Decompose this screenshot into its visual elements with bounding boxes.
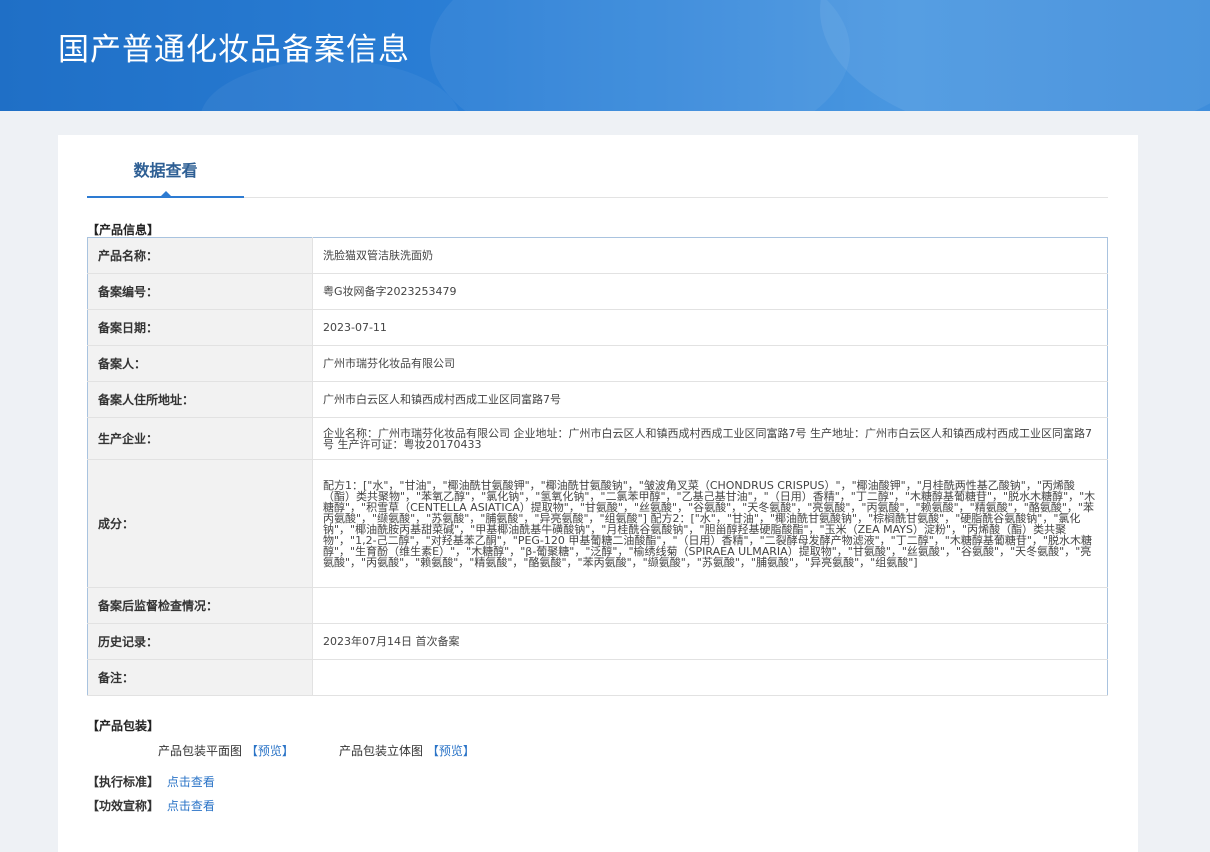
row-label: 产品名称： [87,237,313,274]
row-label: 生产企业： [87,417,313,460]
table-row: 历史记录： 2023年07月14日 首次备案 [87,623,1108,660]
table-row: 备案后监督检查情况： [87,587,1108,624]
tab-active-indicator [160,191,172,197]
efficacy-label: 【功效宣称】 [87,799,160,813]
banner-decoration [820,0,1210,111]
row-label: 历史记录： [87,623,313,660]
standard-label: 【执行标准】 [87,775,160,789]
efficacy-row: 【功效宣称】 点击查看 [87,797,215,814]
row-label: 备注： [87,659,313,696]
row-label: 备案人住所地址： [87,381,313,418]
table-row: 成分： 配方1：["水"，"甘油"，"椰油酰甘氨酸钾"，"椰油酰甘氨酸钠"，"皱… [87,459,1108,588]
manufacturer-value: 企业名称：广州市瑞芬化妆品有限公司 企业地址：广州市白云区人和镇西成村西成工业区… [312,417,1108,460]
packaging-stereo-row: 产品包装立体图 【预览】 [339,742,475,759]
product-name-value: 洗脸猫双管洁肤洗面奶 [312,237,1108,274]
table-row: 备案人住所地址： 广州市白云区人和镇西成村西成工业区同富路7号 [87,381,1108,418]
ingredients-value: 配方1：["水"，"甘油"，"椰油酰甘氨酸钾"，"椰油酰甘氨酸钠"，"皱波角叉菜… [312,459,1108,588]
row-label: 备案人： [87,345,313,382]
standard-row: 【执行标准】 点击查看 [87,773,215,790]
banner-decoration [430,0,850,111]
content-card: 数据查看 【产品信息】 产品名称： 洗脸猫双管洁肤洗面奶 备案编号： 粤G妆网备… [58,135,1138,852]
packaging-stereo-preview-link[interactable]: 【预览】 [427,744,475,758]
tab-bar: 数据查看 [87,135,1108,198]
row-label: 备案后监督检查情况： [87,587,313,624]
supervision-value [312,587,1108,624]
product-info-table: 产品名称： 洗脸猫双管洁肤洗面奶 备案编号： 粤G妆网备字2023253479 … [87,237,1108,696]
tab-data-view[interactable]: 数据查看 [87,135,244,198]
table-row: 生产企业： 企业名称：广州市瑞芬化妆品有限公司 企业地址：广州市白云区人和镇西成… [87,417,1108,460]
standard-view-link[interactable]: 点击查看 [167,775,215,789]
filer-value: 广州市瑞芬化妆品有限公司 [312,345,1108,382]
product-info-heading: 【产品信息】 [87,223,160,237]
efficacy-view-link[interactable]: 点击查看 [167,799,215,813]
packaging-heading: 【产品包装】 [87,719,160,733]
filer-address-value: 广州市白云区人和镇西成村西成工业区同富路7号 [312,381,1108,418]
packaging-flat-label: 产品包装平面图 [158,744,243,758]
packaging-flat-row: 产品包装平面图 【预览】 [158,742,294,759]
packaging-flat-preview-link[interactable]: 【预览】 [246,744,294,758]
row-label: 备案编号： [87,273,313,310]
history-value: 2023年07月14日 首次备案 [312,623,1108,660]
filing-number-value: 粤G妆网备字2023253479 [312,273,1108,310]
table-row: 备案日期： 2023-07-11 [87,309,1108,346]
table-row: 产品名称： 洗脸猫双管洁肤洗面奶 [87,237,1108,274]
table-row: 备案编号： 粤G妆网备字2023253479 [87,273,1108,310]
table-row: 备案人： 广州市瑞芬化妆品有限公司 [87,345,1108,382]
row-label: 成分： [87,459,313,588]
packaging-stereo-label: 产品包装立体图 [339,744,424,758]
filing-date-value: 2023-07-11 [312,309,1108,346]
row-label: 备案日期： [87,309,313,346]
header-banner: 国产普通化妆品备案信息 [0,0,1210,111]
table-row: 备注： [87,659,1108,696]
page-title: 国产普通化妆品备案信息 [58,32,410,68]
remarks-value [312,659,1108,696]
